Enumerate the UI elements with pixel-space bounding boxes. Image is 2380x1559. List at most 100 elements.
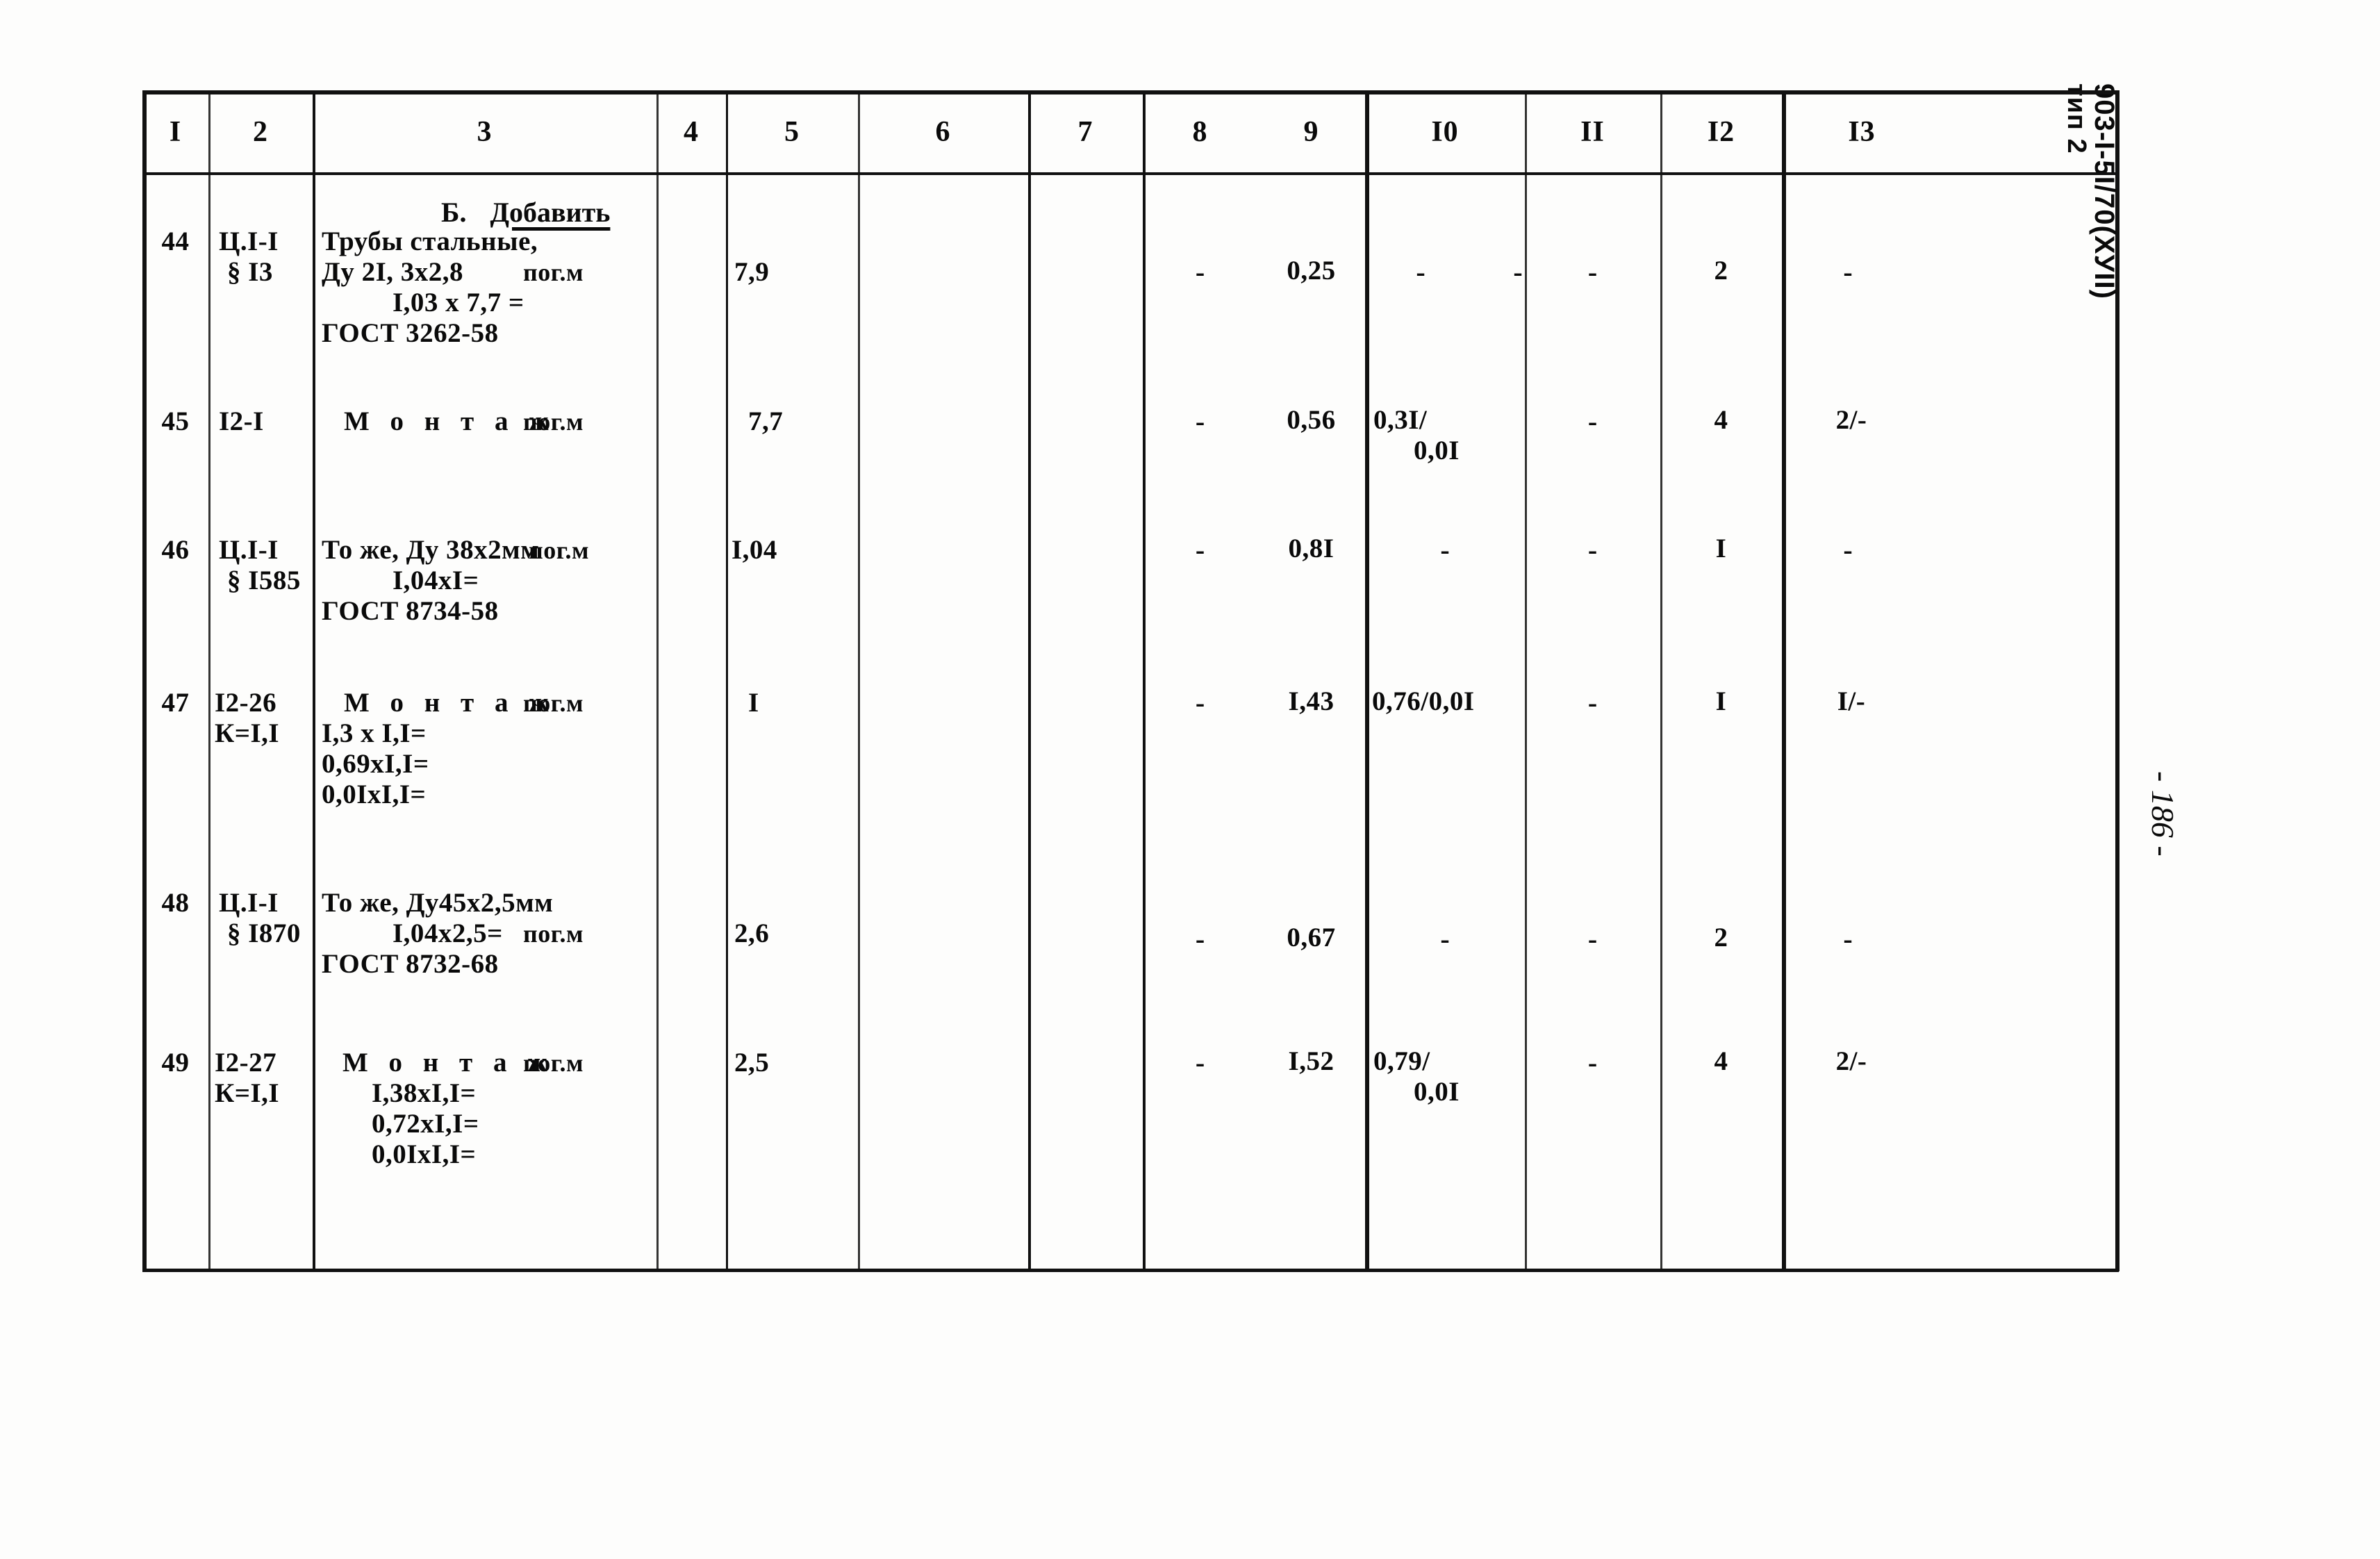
col-header-7: 7 (1077, 116, 1093, 148)
row-desc: 0,72хI,I= (372, 1109, 479, 1139)
row-col13: - (1843, 534, 1853, 566)
col-border-6-7 (1028, 90, 1031, 1271)
row-desc: 0,0IхI,I= (372, 1139, 477, 1169)
row-col10: 0,79/ (1373, 1046, 1430, 1076)
row-desc: 0,0IхI,I= (322, 780, 427, 809)
row-code: К=I,I (215, 718, 280, 748)
table-row: 47 (161, 688, 190, 718)
row-col13: - (1843, 256, 1853, 288)
row-col9: 0,25 (1287, 256, 1336, 286)
row-unit: пог.м (523, 1049, 584, 1077)
row-qty: 7,7 (748, 406, 784, 436)
row-desc: I,04х2,5= (392, 918, 503, 948)
table-row: 48 (161, 888, 190, 918)
row-unit: пог.м (523, 408, 584, 436)
section-title: Добавить (490, 197, 611, 228)
row-code: § I585 (227, 566, 301, 595)
page-number: - 186 - (2145, 771, 2181, 857)
row-col10b: 0,0I (1414, 1077, 1460, 1107)
col-header-11: II (1580, 116, 1605, 148)
row-col8: - (1195, 534, 1205, 566)
row-col9: 0,8I (1288, 534, 1334, 563)
table-row: 44 (161, 226, 190, 256)
col-border-3-4 (656, 90, 659, 1271)
row-col12: 2 (1714, 256, 1728, 286)
row-col10b: 0,0I (1414, 436, 1460, 465)
row-col13: - (1843, 923, 1853, 955)
row-col9: 0,67 (1287, 923, 1336, 952)
row-code: § I3 (227, 257, 273, 287)
row-col10: 0,3I/ (1373, 405, 1428, 435)
row-col11: - (1587, 256, 1598, 288)
row-code: Ц.I-I (219, 226, 279, 256)
row-code: I2-27 (215, 1048, 277, 1078)
row-unit: пог.м (523, 689, 584, 717)
spacer-unused-2 (142, 90, 144, 1271)
row-qty: 2,5 (734, 1048, 770, 1078)
row-desc: Трубы стальные, (322, 226, 538, 256)
row-desc: I,38хI,I= (372, 1078, 477, 1108)
table-top-border (142, 90, 2119, 94)
col-header-10: I0 (1431, 116, 1459, 148)
row-desc: I,3 х I,I= (322, 718, 427, 748)
col-header-2: 2 (253, 116, 268, 148)
row-code: I2-26 (215, 688, 277, 718)
row-col8: - (1195, 923, 1205, 955)
table-row: 45 (161, 406, 190, 436)
col-header-6: 6 (935, 116, 951, 148)
col-border-right (2115, 90, 2119, 1271)
row-col12: I (1715, 686, 1727, 716)
row-col11: - (1587, 923, 1598, 955)
table-row: 46 (161, 535, 190, 565)
row-unit: пог.м (523, 258, 584, 286)
row-code: Ц.I-I (219, 535, 279, 565)
row-desc: То же, Ду45х2,5мм (322, 888, 554, 918)
row-col9: I,52 (1288, 1046, 1334, 1076)
row-unit: пог.м (523, 920, 584, 948)
row-code: Ц.I-I (219, 888, 279, 918)
row-col12: 4 (1714, 405, 1728, 435)
row-desc: М о н т а ж (342, 1048, 554, 1078)
row-desc: I,03 х 7,7 = (392, 288, 524, 317)
col-border-5-6 (858, 90, 860, 1271)
row-col10: - (1416, 256, 1425, 288)
col-border-2-3 (313, 90, 315, 1271)
header-separator (142, 172, 2119, 175)
row-qty: I (748, 688, 759, 718)
row-col8: - (1195, 687, 1205, 718)
row-col13: 2/- (1835, 405, 1867, 435)
row-desc: ГОСТ 8734-58 (322, 596, 499, 626)
col-header-5: 5 (784, 116, 800, 148)
row-desc: I,04хI= (392, 566, 479, 595)
table-row: 49 (161, 1048, 190, 1078)
row-col9: 0,56 (1287, 405, 1336, 435)
col-border-4-5 (726, 90, 728, 1271)
row-col13: I/- (1837, 686, 1866, 716)
col-header-8: 8 (1192, 116, 1208, 148)
col-header-9: 9 (1303, 116, 1319, 148)
row-qty: 7,9 (734, 257, 770, 287)
row-code: I2-I (219, 406, 264, 436)
row-col8: - (1195, 406, 1205, 437)
row-col9: I,43 (1288, 686, 1334, 716)
row-desc: ГОСТ 8732-68 (322, 949, 499, 979)
col-header-3: 3 (477, 116, 493, 148)
section-marker: Б. (441, 197, 467, 228)
col-header-12: I2 (1707, 116, 1735, 148)
table-bottom-border (142, 1269, 2119, 1272)
row-desc: 0,69хI,I= (322, 749, 429, 779)
document-page: 903-I-5I/70(ХУII) тип 2 - 186 - I 2 3 4 … (0, 0, 2380, 1559)
row-code: К=I,I (215, 1078, 280, 1108)
row-col12: I (1715, 534, 1727, 563)
row-col11: - (1587, 1047, 1598, 1078)
row-qty: I,04 (732, 535, 777, 565)
row-col11: - (1587, 534, 1598, 566)
row-col13: 2/- (1835, 1046, 1867, 1076)
row-qty: 2,6 (734, 918, 770, 948)
row-col10: - (1440, 923, 1450, 955)
section-caption: Б. Добавить (441, 196, 610, 229)
col-header-4: 4 (684, 116, 699, 148)
row-desc: ГОСТ 3262-58 (322, 318, 499, 348)
row-unit: пог.м (529, 536, 590, 564)
row-col10: - (1440, 534, 1450, 566)
